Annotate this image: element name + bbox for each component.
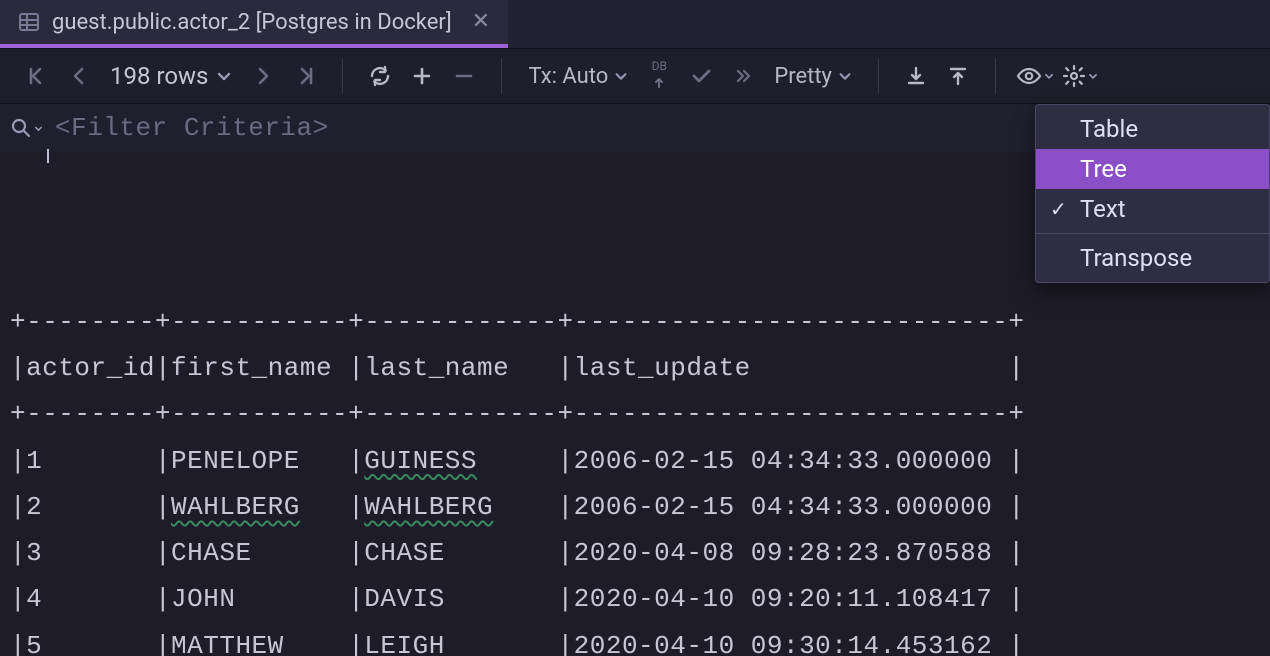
- header-row: |actor_id|first_name |last_name |last_up…: [10, 345, 1260, 391]
- table-row: |4 |JOHN |DAVIS |2020-04-10 09:20:11.108…: [10, 576, 1260, 622]
- chevron-down-icon: [838, 69, 852, 83]
- pretty-label: Pretty: [774, 64, 832, 89]
- edit-group: [347, 49, 497, 103]
- view-mode-menu: Table Tree ✓ Text Transpose: [1035, 104, 1270, 283]
- next-page-button[interactable]: [242, 55, 284, 97]
- settings-button[interactable]: [1058, 55, 1102, 97]
- tab-strip: guest.public.actor_2 [Postgres in Docker…: [0, 0, 1270, 48]
- row-count[interactable]: 198 rows: [100, 62, 242, 90]
- table-icon: [18, 11, 40, 33]
- menu-item-label: Text: [1080, 195, 1126, 223]
- view-mode-button[interactable]: [1012, 55, 1058, 97]
- chevron-down-icon: [216, 68, 232, 84]
- menu-item-tree[interactable]: Tree: [1036, 149, 1269, 189]
- reload-button[interactable]: [359, 55, 401, 97]
- menu-divider: [1036, 233, 1269, 234]
- tx-group: Tx: Auto DB Pretty: [506, 49, 874, 103]
- divider-line: +--------+-----------+------------+-----…: [10, 391, 1260, 437]
- pretty-dropdown[interactable]: Pretty: [764, 55, 862, 97]
- prev-page-button[interactable]: [58, 55, 100, 97]
- search-icon[interactable]: [10, 117, 43, 139]
- add-row-button[interactable]: [401, 55, 443, 97]
- export-button[interactable]: [895, 55, 937, 97]
- remove-row-button[interactable]: [443, 55, 485, 97]
- table-row: |1 |PENELOPE |GUINESS |2006-02-15 04:34:…: [10, 438, 1260, 484]
- tx-mode-dropdown[interactable]: Tx: Auto: [518, 55, 638, 97]
- separator: [501, 58, 502, 94]
- chevron-down-icon: [1044, 71, 1054, 81]
- menu-item-label: Table: [1080, 115, 1138, 143]
- chevron-down-icon: [614, 69, 628, 83]
- text-cursor: [47, 149, 49, 163]
- commit-button[interactable]: [680, 55, 722, 97]
- menu-item-transpose[interactable]: Transpose: [1036, 238, 1269, 278]
- tab-title: guest.public.actor_2 [Postgres in Docker…: [52, 10, 452, 35]
- separator: [995, 58, 996, 94]
- toolbar: 198 rows Tx: Auto DB: [0, 48, 1270, 104]
- editor-tab[interactable]: guest.public.actor_2 [Postgres in Docker…: [0, 0, 508, 48]
- close-icon[interactable]: ✕: [472, 11, 490, 33]
- table-row: |2 |WAHLBERG |WAHLBERG |2006-02-15 04:34…: [10, 484, 1260, 530]
- separator: [342, 58, 343, 94]
- menu-item-text[interactable]: ✓ Text: [1036, 189, 1269, 229]
- divider-line: +--------+-----------+------------+-----…: [10, 299, 1260, 345]
- import-button[interactable]: [937, 55, 979, 97]
- io-group: [883, 49, 991, 103]
- db-upload-button[interactable]: DB: [638, 55, 680, 97]
- chevron-down-icon: [1088, 71, 1098, 81]
- last-page-button[interactable]: [284, 55, 326, 97]
- menu-item-label: Transpose: [1080, 244, 1192, 272]
- view-group: [1000, 49, 1114, 103]
- table-row: |5 |MATTHEW |LEIGH |2020-04-10 09:30:14.…: [10, 623, 1260, 656]
- tx-mode-label: Tx: Auto: [528, 64, 608, 89]
- menu-item-table[interactable]: Table: [1036, 109, 1269, 149]
- table-row: |3 |CHASE |CHASE |2020-04-08 09:28:23.87…: [10, 530, 1260, 576]
- check-icon: ✓: [1050, 197, 1067, 221]
- pager-group: 198 rows: [4, 49, 338, 103]
- filter-input[interactable]: <Filter Criteria>: [55, 113, 329, 143]
- menu-item-label: Tree: [1080, 155, 1127, 183]
- more-actions-button[interactable]: [722, 55, 764, 97]
- first-page-button[interactable]: [16, 55, 58, 97]
- row-count-label: 198 rows: [110, 62, 208, 90]
- separator: [878, 58, 879, 94]
